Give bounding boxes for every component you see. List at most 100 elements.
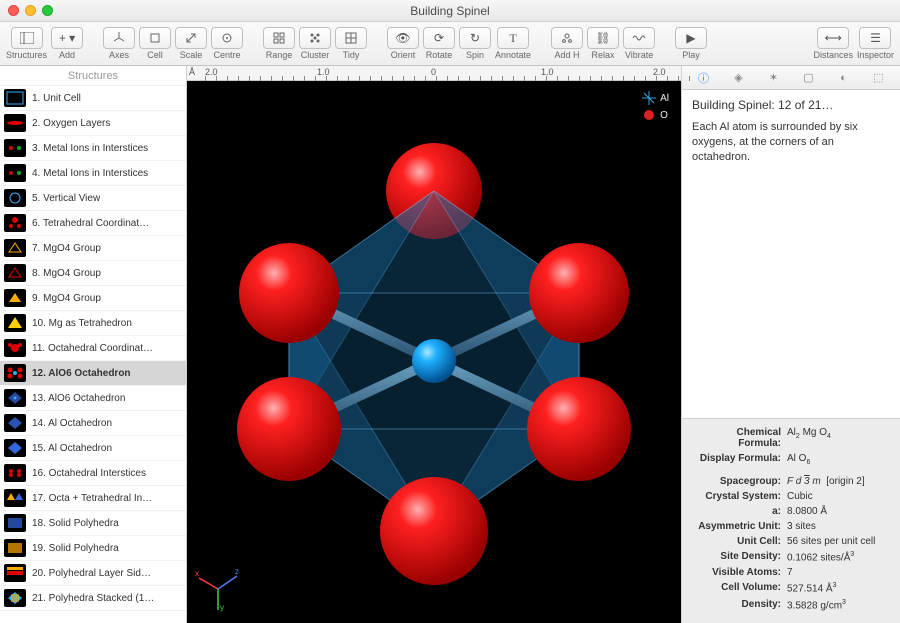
ruler: Å 2.0 1.0 0 1.0 2.0	[187, 66, 681, 81]
cluster-button[interactable]	[299, 27, 331, 49]
sidebar-item-label: 21. Polyhedra Stacked (1…	[32, 593, 154, 604]
legend-al: Al	[660, 93, 669, 104]
sidebar-item[interactable]: 15. Al Octahedron	[0, 436, 186, 461]
addh-button[interactable]	[551, 27, 583, 49]
tidy-label: Tidy	[343, 50, 360, 60]
sidebar-item[interactable]: 21. Polyhedra Stacked (1…	[0, 586, 186, 611]
structure-thumbnail	[4, 164, 26, 182]
tab-polyhedra[interactable]: ◈	[728, 69, 750, 87]
structure-thumbnail	[4, 189, 26, 207]
structure-thumbnail	[4, 389, 26, 407]
sidebar-item-label: 16. Octahedral Interstices	[32, 468, 146, 479]
sidebar-item[interactable]: 4. Metal Ions in Interstices	[0, 161, 186, 186]
structures-label: Structures	[6, 50, 47, 60]
tab-select[interactable]: ⬚	[868, 69, 890, 87]
sidebar-item[interactable]: 7. MgO4 Group	[0, 236, 186, 261]
structure-thumbnail	[4, 439, 26, 457]
structure-thumbnail	[4, 564, 26, 582]
structure-thumbnail	[4, 214, 26, 232]
sidebar-item-label: 14. Al Octahedron	[32, 418, 112, 429]
sidebar: Structures 1. Unit Cell2. Oxygen Layers3…	[0, 66, 187, 623]
distances-button[interactable]: ⟷	[817, 27, 849, 49]
sidebar-item[interactable]: 8. MgO4 Group	[0, 261, 186, 286]
prop-site-density: 0.1062 sites/Å3	[787, 551, 890, 563]
centre-button[interactable]	[211, 27, 243, 49]
inspector-button[interactable]: ☰	[859, 27, 891, 49]
sidebar-item[interactable]: 6. Tetrahedral Coordinat…	[0, 211, 186, 236]
prop-unitcell: 56 sites per unit cell	[787, 536, 890, 547]
range-button[interactable]	[263, 27, 295, 49]
prop-chemical-formula: Al2 Mg O4	[787, 427, 890, 449]
structure-thumbnail	[4, 414, 26, 432]
sidebar-item[interactable]: 12. AlO6 Octahedron	[0, 361, 186, 386]
sidebar-item-label: 9. MgO4 Group	[32, 293, 101, 304]
tab-bonds[interactable]: ✶	[763, 69, 785, 87]
cell-button[interactable]	[139, 27, 171, 49]
vibrate-button[interactable]	[623, 27, 655, 49]
structure-thumbnail	[4, 139, 26, 157]
spin-button[interactable]: ↻	[459, 27, 491, 49]
window-title: Building Spinel	[0, 4, 900, 18]
structure-thumbnail	[4, 589, 26, 607]
inspector-label: Inspector	[857, 50, 894, 60]
tab-cell[interactable]: ▢	[798, 69, 820, 87]
sidebar-item[interactable]: 11. Octahedral Coordinat…	[0, 336, 186, 361]
sidebar-item-label: 11. Octahedral Coordinat…	[32, 343, 153, 354]
prop-visible-atoms: 7	[787, 567, 890, 578]
relax-button[interactable]: ⛓	[587, 27, 619, 49]
prop-crystal-system: Cubic	[787, 491, 890, 502]
orient-button[interactable]: 👁	[387, 27, 419, 49]
structures-button[interactable]	[11, 27, 43, 49]
inspector-tabs: ⓘ ◈ ✶ ▢ ◐ ⬚	[682, 66, 900, 90]
annotate-button[interactable]: T	[497, 27, 529, 49]
sidebar-item[interactable]: 17. Octa + Tetrahedral In…	[0, 486, 186, 511]
sidebar-item[interactable]: 2. Oxygen Layers	[0, 111, 186, 136]
tab-info[interactable]: ⓘ	[693, 69, 715, 87]
close-button[interactable]	[8, 5, 19, 16]
info-title: Building Spinel: 12 of 21…	[692, 98, 890, 112]
structure-thumbnail	[4, 114, 26, 132]
annotate-label: Annotate	[495, 50, 531, 60]
titlebar: Building Spinel	[0, 0, 900, 22]
info-description: Each Al atom is surrounded by six oxygen…	[692, 120, 890, 165]
prop-display-formula: Al O6	[787, 453, 890, 466]
scale-label: Scale	[180, 50, 203, 60]
maximize-button[interactable]	[42, 5, 53, 16]
tidy-button[interactable]	[335, 27, 367, 49]
axes-button[interactable]	[103, 27, 135, 49]
structure-thumbnail	[4, 464, 26, 482]
viewport-panel: Å 2.0 1.0 0 1.0 2.0	[187, 66, 681, 623]
structure-thumbnail	[4, 339, 26, 357]
addh-label: Add H	[555, 50, 580, 60]
sidebar-item[interactable]: 20. Polyhedral Layer Sid…	[0, 561, 186, 586]
sidebar-item-label: 13. AlO6 Octahedron	[32, 393, 125, 404]
sidebar-item[interactable]: 18. Solid Polyhedra	[0, 511, 186, 536]
minimize-button[interactable]	[25, 5, 36, 16]
orient-label: Orient	[391, 50, 416, 60]
sidebar-item[interactable]: 3. Metal Ions in Interstices	[0, 136, 186, 161]
sidebar-item[interactable]: 14. Al Octahedron	[0, 411, 186, 436]
legend: Al O	[642, 91, 669, 125]
scale-button[interactable]	[175, 27, 207, 49]
sidebar-item[interactable]: 10. Mg as Tetrahedron	[0, 311, 186, 336]
sidebar-item[interactable]: 13. AlO6 Octahedron	[0, 386, 186, 411]
3d-viewport[interactable]: Al O x y z	[187, 81, 681, 623]
sidebar-item[interactable]: 16. Octahedral Interstices	[0, 461, 186, 486]
sidebar-item[interactable]: 1. Unit Cell	[0, 86, 186, 111]
sidebar-item-label: 15. Al Octahedron	[32, 443, 112, 454]
add-button[interactable]: + ▾	[51, 27, 83, 49]
main-toolbar: Structures + ▾Add Axes Cell Scale Centre…	[0, 22, 900, 66]
sidebar-header: Structures	[0, 66, 186, 86]
rotate-button[interactable]: ⟳	[423, 27, 455, 49]
sidebar-item[interactable]: 9. MgO4 Group	[0, 286, 186, 311]
sidebar-item-label: 8. MgO4 Group	[32, 268, 101, 279]
sidebar-item[interactable]: 5. Vertical View	[0, 186, 186, 211]
sidebar-list[interactable]: 1. Unit Cell2. Oxygen Layers3. Metal Ion…	[0, 86, 186, 623]
vibrate-label: Vibrate	[625, 50, 653, 60]
axis-indicator: x y z	[195, 566, 241, 615]
play-button[interactable]: ▶	[675, 27, 707, 49]
sidebar-item-label: 20. Polyhedral Layer Sid…	[32, 568, 151, 579]
tab-style[interactable]: ◐	[833, 69, 855, 87]
sidebar-item[interactable]: 19. Solid Polyhedra	[0, 536, 186, 561]
prop-density: 3.5828 g/cm3	[787, 599, 890, 611]
